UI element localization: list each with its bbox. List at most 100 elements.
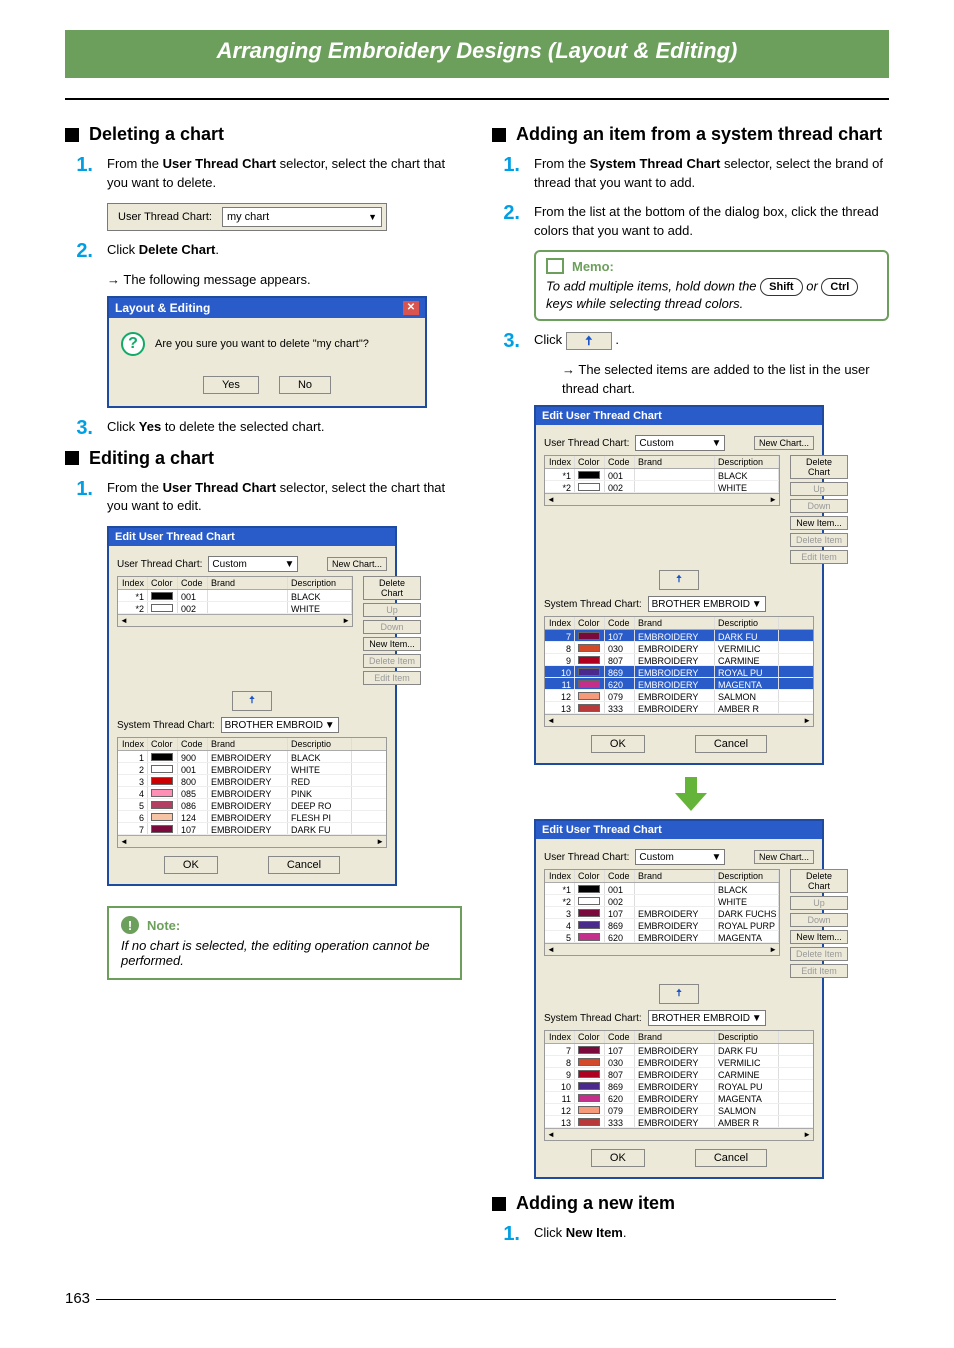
table-row[interactable]: *2 002 WHITE bbox=[545, 895, 779, 907]
table-row[interactable]: 3 107 EMBROIDERY DARK FUCHS bbox=[545, 907, 779, 919]
right-column: Adding an item from a system thread char… bbox=[492, 122, 889, 1254]
section-deleting-chart: Deleting a chart bbox=[65, 124, 462, 145]
table-row[interactable]: 5 620 EMBROIDERY MAGENTA bbox=[545, 931, 779, 943]
edit-item-button[interactable]: Edit Item bbox=[790, 964, 848, 978]
table-row[interactable]: 12 079 EMBROIDERY SALMON bbox=[545, 1104, 813, 1116]
table-row[interactable]: 2 001 EMBROIDERY WHITE bbox=[118, 763, 386, 775]
up-button[interactable]: Up bbox=[790, 482, 848, 496]
table-row[interactable]: 10 869 EMBROIDERY ROYAL PU bbox=[545, 666, 813, 678]
memo-box: Memo: To add multiple items, hold down t… bbox=[534, 250, 889, 321]
move-up-button[interactable]: 🠅 bbox=[659, 570, 699, 590]
table-row[interactable]: 5 086 EMBROIDERY DEEP RO bbox=[118, 799, 386, 811]
table-row[interactable]: 9 807 EMBROIDERY CARMINE bbox=[545, 654, 813, 666]
dialog-title: Edit User Thread Chart bbox=[536, 407, 822, 425]
new-chart-button[interactable]: New Chart... bbox=[754, 436, 814, 450]
move-up-button[interactable]: 🠅 bbox=[232, 691, 272, 711]
system-chart-select[interactable]: BROTHER EMBROID▼ bbox=[648, 1010, 766, 1026]
move-up-button-inline[interactable]: 🠅 bbox=[566, 332, 612, 350]
new-item-button[interactable]: New Item... bbox=[790, 930, 848, 944]
down-button[interactable]: Down bbox=[363, 620, 421, 634]
horizontal-scrollbar[interactable]: ◄► bbox=[545, 943, 779, 955]
edit-item-button[interactable]: Edit Item bbox=[790, 550, 848, 564]
user-chart-label: User Thread Chart: bbox=[117, 559, 202, 570]
step-number: 2. bbox=[492, 203, 520, 223]
no-button[interactable]: No bbox=[279, 376, 331, 394]
ok-button[interactable]: OK bbox=[591, 735, 645, 753]
table-row[interactable]: 3 800 EMBROIDERY RED bbox=[118, 775, 386, 787]
user-chart-select[interactable]: Custom▼ bbox=[635, 849, 725, 865]
table-row[interactable]: *1 001 BLACK bbox=[118, 590, 352, 602]
delete-item-button[interactable]: Delete Item bbox=[790, 947, 848, 961]
table-row[interactable]: *2 002 WHITE bbox=[118, 602, 352, 614]
selector-field[interactable]: my chart ▼ bbox=[222, 207, 382, 227]
up-button[interactable]: Up bbox=[790, 896, 848, 910]
system-chart-select[interactable]: BROTHER EMBROID▼ bbox=[221, 717, 339, 733]
ok-button[interactable]: OK bbox=[591, 1149, 645, 1167]
delete-chart-button[interactable]: Delete Chart bbox=[790, 455, 848, 479]
ok-button[interactable]: OK bbox=[164, 856, 218, 874]
system-chart-select[interactable]: BROTHER EMBROID▼ bbox=[648, 596, 766, 612]
left-column: Deleting a chart 1. From the User Thread… bbox=[65, 122, 462, 1254]
table-row[interactable]: 8 030 EMBROIDERY VERMILIC bbox=[545, 642, 813, 654]
down-button[interactable]: Down bbox=[790, 499, 848, 513]
horizontal-scrollbar[interactable]: ◄► bbox=[545, 1128, 813, 1140]
close-icon[interactable]: ✕ bbox=[403, 301, 419, 315]
yes-button[interactable]: Yes bbox=[203, 376, 259, 394]
square-bullet-icon bbox=[65, 451, 79, 465]
down-button[interactable]: Down bbox=[790, 913, 848, 927]
step-number: 3. bbox=[492, 331, 520, 351]
table-row[interactable]: 8 030 EMBROIDERY VERMILIC bbox=[545, 1056, 813, 1068]
table-row[interactable]: *1 001 BLACK bbox=[545, 469, 779, 481]
table-row[interactable]: 9 807 EMBROIDERY CARMINE bbox=[545, 1068, 813, 1080]
system-chart-label: System Thread Chart: bbox=[544, 1013, 642, 1024]
cancel-button[interactable]: Cancel bbox=[695, 735, 767, 753]
table-row[interactable]: 13 333 EMBROIDERY AMBER R bbox=[545, 702, 813, 714]
memo-body: To add multiple items, hold down the Shi… bbox=[546, 278, 877, 311]
dialog-title: Edit User Thread Chart bbox=[536, 821, 822, 839]
note-box: ! Note: If no chart is selected, the edi… bbox=[107, 906, 462, 980]
table-row[interactable]: 13 333 EMBROIDERY AMBER R bbox=[545, 1116, 813, 1128]
right-step-2-text: From the list at the bottom of the dialo… bbox=[534, 203, 889, 241]
horizontal-scrollbar[interactable]: ◄► bbox=[545, 493, 779, 505]
step-number: 2. bbox=[65, 241, 93, 261]
horizontal-scrollbar[interactable]: ◄► bbox=[545, 714, 813, 726]
selector-label: User Thread Chart: bbox=[108, 211, 222, 223]
delete-item-button[interactable]: Delete Item bbox=[363, 654, 421, 668]
cancel-button[interactable]: Cancel bbox=[268, 856, 340, 874]
edit-user-thread-chart-dialog-a: Edit User Thread Chart User Thread Chart… bbox=[107, 526, 397, 886]
shift-key: Shift bbox=[760, 278, 802, 296]
new-chart-button[interactable]: New Chart... bbox=[327, 557, 387, 571]
up-button[interactable]: Up bbox=[363, 603, 421, 617]
move-up-button[interactable]: 🠅 bbox=[659, 984, 699, 1004]
edit-item-button[interactable]: Edit Item bbox=[363, 671, 421, 685]
table-row[interactable]: 7 107 EMBROIDERY DARK FU bbox=[118, 823, 386, 835]
delete-item-button[interactable]: Delete Item bbox=[790, 533, 848, 547]
step-2-text: Click Delete Chart. bbox=[107, 241, 462, 260]
step-number: 1. bbox=[65, 155, 93, 175]
table-row[interactable]: 4 085 EMBROIDERY PINK bbox=[118, 787, 386, 799]
table-row[interactable]: 12 079 EMBROIDERY SALMON bbox=[545, 690, 813, 702]
user-chart-select[interactable]: Custom▼ bbox=[635, 435, 725, 451]
horizontal-scrollbar[interactable]: ◄► bbox=[118, 835, 386, 847]
new-chart-button[interactable]: New Chart... bbox=[754, 850, 814, 864]
delete-chart-button[interactable]: Delete Chart bbox=[363, 576, 421, 600]
horizontal-scrollbar[interactable]: ◄► bbox=[118, 614, 352, 626]
user-chart-select[interactable]: Custom▼ bbox=[208, 556, 298, 572]
table-row[interactable]: 7 107 EMBROIDERY DARK FU bbox=[545, 1044, 813, 1056]
table-row[interactable]: *2 002 WHITE bbox=[545, 481, 779, 493]
cancel-button[interactable]: Cancel bbox=[695, 1149, 767, 1167]
table-row[interactable]: *1 001 BLACK bbox=[545, 883, 779, 895]
square-bullet-icon bbox=[65, 128, 79, 142]
table-row[interactable]: 1 900 EMBROIDERY BLACK bbox=[118, 751, 386, 763]
table-row[interactable]: 7 107 EMBROIDERY DARK FU bbox=[545, 630, 813, 642]
new-item-button[interactable]: New Item... bbox=[363, 637, 421, 651]
table-row[interactable]: 11 620 EMBROIDERY MAGENTA bbox=[545, 678, 813, 690]
new-item-button[interactable]: New Item... bbox=[790, 516, 848, 530]
delete-chart-button[interactable]: Delete Chart bbox=[790, 869, 848, 893]
right-step-3-result: The selected items are added to the list… bbox=[562, 361, 889, 399]
table-row[interactable]: 4 869 EMBROIDERY ROYAL PURP bbox=[545, 919, 779, 931]
table-row[interactable]: 10 869 EMBROIDERY ROYAL PU bbox=[545, 1080, 813, 1092]
step-3-text: Click Yes to delete the selected chart. bbox=[107, 418, 462, 437]
table-row[interactable]: 6 124 EMBROIDERY FLESH PI bbox=[118, 811, 386, 823]
table-row[interactable]: 11 620 EMBROIDERY MAGENTA bbox=[545, 1092, 813, 1104]
